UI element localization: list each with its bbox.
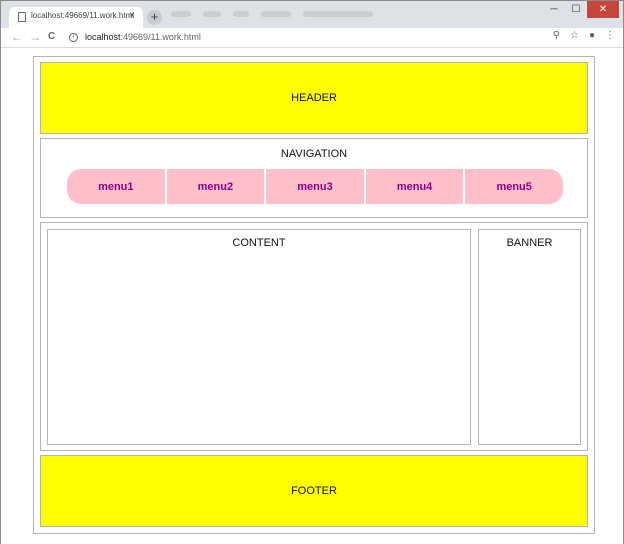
title-bar: localhost:49669/11.work.html × + ─ ☐ ✕ [1,1,623,28]
new-tab-button[interactable]: + [147,10,162,25]
reload-icon[interactable]: C [48,29,55,45]
menu-item-5[interactable]: menu5 [465,169,563,204]
menu-item-3[interactable]: menu3 [266,169,364,204]
account-icon[interactable]: ● [589,30,595,41]
bookmark-star-icon[interactable]: ☆ [570,30,579,41]
menu-item-2[interactable]: menu2 [166,169,265,204]
toolbar-icons: ⚲ ☆ ● ⋮ [553,30,615,41]
tab-title: localhost:49669/11.work.html [31,11,135,20]
url-host: localhost [85,32,121,42]
browser-tab[interactable]: localhost:49669/11.work.html × [9,7,143,28]
navigation-title: NAVIGATION [280,148,348,160]
forward-arrow-icon[interactable]: → [29,29,41,45]
content-section: CONTENT [47,229,471,445]
url-text: localhost:49669/11.work.html [85,32,201,42]
minimize-icon[interactable]: ─ [543,1,565,18]
navigation-section: NAVIGATION menu1 menu2 menu3 menu4 menu5 [40,138,588,218]
menu-bar: menu1 menu2 menu3 menu4 menu5 [67,169,563,204]
footer-section: FOOTER [40,455,588,527]
info-icon[interactable]: i [69,33,78,42]
url-path: :49669/11.work.html [120,32,201,42]
menu-item-4[interactable]: menu4 [365,169,464,204]
tab-close-icon[interactable]: × [129,10,135,22]
menu-item-1[interactable]: menu1 [67,169,165,204]
browser-toolbar: ← → C i localhost:49669/11.work.html ⚲ ☆… [1,28,623,48]
main-section: CONTENT BANNER [40,222,588,451]
header-section: HEADER [40,62,588,134]
page-wrapper: HEADER NAVIGATION menu1 menu2 menu3 menu… [33,56,595,534]
page-icon [18,12,26,22]
more-menu-icon[interactable]: ⋮ [605,30,615,41]
address-bar[interactable]: i localhost:49669/11.work.html [65,30,585,46]
window-controls: ─ ☐ ✕ [543,1,619,18]
browser-window: localhost:49669/11.work.html × + ─ ☐ ✕ ←… [0,0,624,544]
close-window-icon[interactable]: ✕ [587,1,619,18]
banner-title: BANNER [506,237,553,249]
page-viewport: HEADER NAVIGATION menu1 menu2 menu3 menu… [1,48,623,544]
maximize-icon[interactable]: ☐ [565,1,587,18]
back-arrow-icon[interactable]: ← [11,29,23,45]
banner-section: BANNER [478,229,581,445]
content-title: CONTENT [232,237,286,249]
zoom-icon[interactable]: ⚲ [553,30,560,41]
blurred-bookmarks [171,11,431,19]
